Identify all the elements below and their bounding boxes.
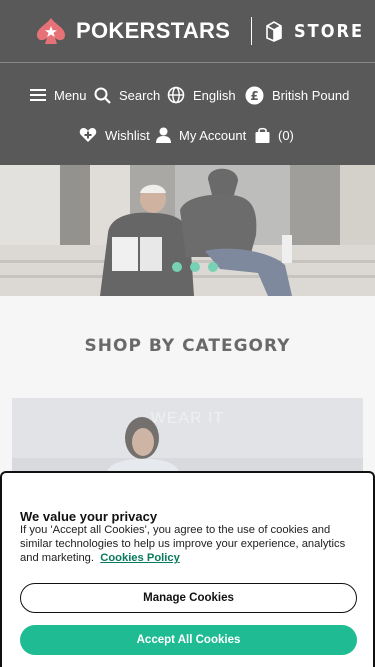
cookie-title: We value your privacy	[20, 509, 158, 524]
cookie-body: If you 'Accept all Cookies', you agree t…	[20, 523, 350, 566]
cookies-policy-link[interactable]: Cookies Policy	[100, 552, 180, 564]
cookie-consent-banner: We value your privacy If you 'Accept all…	[0, 471, 375, 667]
manage-cookies-button[interactable]: Manage Cookies	[20, 583, 357, 613]
accept-all-cookies-button[interactable]: Accept All Cookies	[20, 625, 357, 655]
cookie-body-text: If you 'Accept all Cookies', you agree t…	[20, 524, 346, 565]
